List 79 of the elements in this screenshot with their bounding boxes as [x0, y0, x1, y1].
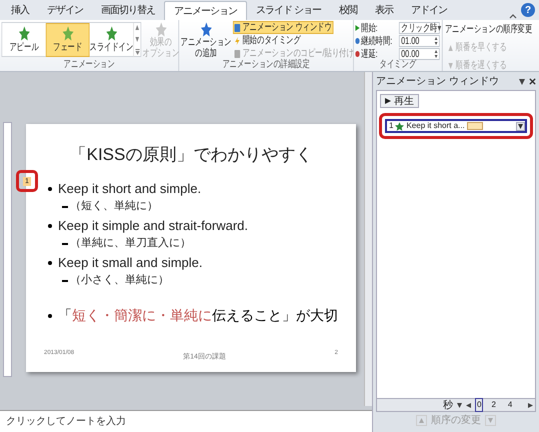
- star-icon: [62, 26, 74, 40]
- vertical-scrollbar[interactable]: [364, 72, 372, 406]
- seconds-dropdown[interactable]: 秒: [443, 398, 453, 412]
- sub-bullet-text: （単純に、単刀直入に）: [70, 236, 191, 251]
- star-icon: [155, 22, 166, 37]
- bullet-icon: [48, 261, 52, 265]
- ribbon-tab[interactable]: 画面切り替え: [92, 1, 164, 20]
- timing-bar: [466, 122, 483, 130]
- effect-button[interactable]: スライドイン: [90, 22, 134, 56]
- timeline-tick: 4: [506, 399, 514, 411]
- bullet-text: Keep it small and simple.: [58, 254, 203, 272]
- ribbon-tab[interactable]: 校閲: [330, 1, 366, 20]
- pane-title: アニメーション ウィンドウ: [376, 75, 500, 89]
- duration-field[interactable]: 01.00: [398, 35, 440, 47]
- ribbon-command[interactable]: 開始のタイミング: [232, 34, 302, 47]
- bullet-text: Keep it simple and strait-forward.: [58, 217, 248, 235]
- scroll-right-icon[interactable]: [528, 402, 533, 408]
- arrow-up-icon: [448, 44, 453, 50]
- play-icon: [385, 98, 391, 104]
- dropdown-icon[interactable]: [438, 26, 442, 30]
- start-field[interactable]: クリック時: [398, 22, 440, 34]
- key-point-text: 「短く・簡潔に・単純に伝えること」が大切: [58, 306, 338, 325]
- more-icon[interactable]: [135, 48, 140, 54]
- timeline-tick: 0: [475, 398, 484, 412]
- star-icon: [106, 26, 117, 40]
- caret-up-icon[interactable]: [509, 12, 517, 20]
- dash-icon: [62, 280, 68, 282]
- arrow-up-icon: [419, 418, 424, 423]
- scroll-down-icon[interactable]: [135, 36, 140, 42]
- item-label: Keep it short a...: [406, 120, 465, 132]
- dash-icon: [62, 206, 68, 208]
- ribbon-tab[interactable]: スライド ショー: [247, 1, 330, 20]
- dropdown-icon[interactable]: [519, 78, 525, 84]
- star-icon: [395, 122, 404, 130]
- effect-button[interactable]: アピール: [2, 22, 46, 56]
- spinner-icon[interactable]: [434, 37, 438, 45]
- dropdown-icon[interactable]: [457, 402, 462, 408]
- bullet-icon: [48, 187, 52, 191]
- slide-title: 「KISSの原則」でわかりやすく: [70, 144, 312, 166]
- sub-bullet-text: （小さく、単純に）: [70, 273, 169, 288]
- dropdown-icon: [518, 124, 523, 128]
- sub-bullet-text: （短く、単純に）: [70, 199, 158, 214]
- field-label: 遅延:: [361, 48, 379, 62]
- animation-list-item[interactable]: 1 Keep it short a...: [385, 119, 527, 133]
- ribbon-tab[interactable]: 表示: [366, 1, 402, 20]
- reorder-label: 順序の変更: [431, 414, 481, 428]
- play-button[interactable]: 再生: [380, 94, 419, 108]
- ribbon-tab[interactable]: デザイン: [38, 1, 92, 20]
- scroll-up-icon[interactable]: [135, 24, 140, 30]
- ribbon-command[interactable]: アニメーション ウィンドウ: [232, 21, 334, 34]
- field-label: 開始:: [361, 22, 379, 36]
- bullet-text: Keep it short and simple.: [58, 180, 202, 198]
- add-animation-button[interactable]: アニメーション の追加: [179, 20, 233, 59]
- effect-button[interactable]: フェード: [46, 22, 90, 56]
- ribbon-tab[interactable]: アドイン: [402, 1, 456, 20]
- close-icon[interactable]: [529, 78, 536, 85]
- delay-field[interactable]: 00.00: [398, 48, 440, 60]
- timeline-tick: 2: [490, 399, 497, 411]
- group-label: タイミング: [378, 59, 418, 71]
- group-title: アニメーションの順序変更: [444, 22, 532, 37]
- group-label: アニメーション: [62, 59, 116, 71]
- dropdown-button[interactable]: [516, 122, 525, 130]
- help-button[interactable]: ?: [521, 3, 535, 17]
- play-icon: [355, 25, 360, 31]
- lightning-icon: [234, 36, 240, 44]
- dash-icon: [62, 242, 68, 244]
- arrow-down-icon: [488, 418, 493, 423]
- item-number: 1: [389, 120, 394, 132]
- star-icon: [200, 22, 212, 37]
- ribbon-tab[interactable]: 挿入: [2, 1, 38, 20]
- arrow-down-icon: [448, 62, 453, 68]
- group-label: アニメーションの詳細設定: [221, 59, 311, 71]
- ribbon-tab[interactable]: アニメーション: [164, 1, 247, 20]
- spinner-icon[interactable]: [434, 50, 438, 58]
- bullet-icon: [48, 314, 52, 318]
- scroll-left-icon[interactable]: [466, 402, 471, 408]
- bullet-icon: [48, 224, 52, 228]
- field-label: 継続時間:: [361, 34, 394, 48]
- star-icon: [18, 26, 30, 40]
